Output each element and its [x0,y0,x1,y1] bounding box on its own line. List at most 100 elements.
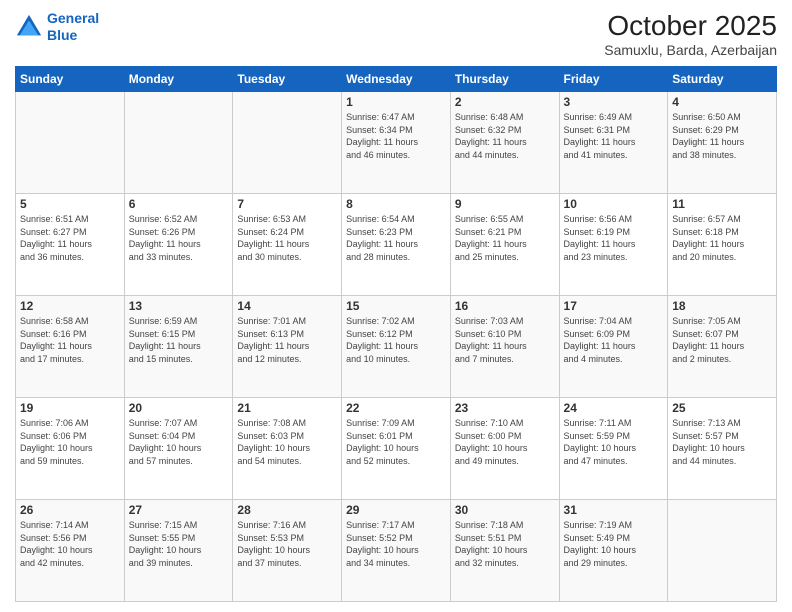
calendar-subtitle: Samuxlu, Barda, Azerbaijan [604,42,777,58]
day-info: Sunrise: 7:06 AM Sunset: 6:06 PM Dayligh… [20,417,120,467]
calendar-cell: 18Sunrise: 7:05 AM Sunset: 6:07 PM Dayli… [668,296,777,398]
calendar-cell: 17 Sunrise: 7:04 AM Sunset: 6:09 PM Dayli… [559,296,668,398]
day-info: Sunrise: 6:52 AM Sunset: 6:26 PM Dayligh… [129,213,229,263]
day-number: 21 [237,401,337,415]
day-info: Sunrise: 7:18 AM Sunset: 5:51 PM Dayligh… [455,519,555,569]
day-number: 27 [129,503,229,517]
calendar-cell: 2 Sunrise: 6:48 AM Sunset: 6:32 PM Daylig… [450,92,559,194]
calendar-cell: 15Sunrise: 7:02 AM Sunset: 6:12 PM Dayli… [342,296,451,398]
calendar-cell: 20Sunrise: 7:07 AM Sunset: 6:04 PM Dayli… [124,398,233,500]
calendar-cell [668,500,777,602]
day-number: 29 [346,503,446,517]
day-info: Sunrise: 6:55 AM Sunset: 6:21 PM Dayligh… [455,213,555,263]
col-sunday: Sunday [16,67,125,92]
logo-icon [15,13,43,41]
day-number: 11 [672,197,772,211]
day-info: Sunrise: 7:19 AM Sunset: 5:49 PM Dayligh… [564,519,664,569]
day-number: 22 [346,401,446,415]
day-number: 6 [129,197,229,211]
day-info: Sunrise: 7:13 AM Sunset: 5:57 PM Dayligh… [672,417,772,467]
calendar-cell: 24 Sunrise: 7:11 AM Sunset: 5:59 PM Dayli… [559,398,668,500]
day-info: Sunrise: 7:03 AM Sunset: 6:10 PM Dayligh… [455,315,555,365]
calendar-cell: 27 Sunrise: 7:15 AM Sunset: 5:55 PM Dayli… [124,500,233,602]
day-info: Sunrise: 6:50 AM Sunset: 6:29 PM Dayligh… [672,111,772,161]
calendar-cell: 6 Sunrise: 6:52 AM Sunset: 6:26 PM Daylig… [124,194,233,296]
calendar-cell [233,92,342,194]
day-info: Sunrise: 6:59 AM Sunset: 6:15 PM Dayligh… [129,315,229,365]
day-number: 4 [672,95,772,109]
calendar-cell: 19 Sunrise: 7:06 AM Sunset: 6:06 PM Dayli… [16,398,125,500]
calendar-week-2: 5Sunrise: 6:51 AM Sunset: 6:27 PM Daylig… [16,194,777,296]
calendar-table: Sunday Monday Tuesday Wednesday Thursday… [15,66,777,602]
day-number: 16 [455,299,555,313]
calendar-cell: 12Sunrise: 6:58 AM Sunset: 6:16 PM Dayli… [16,296,125,398]
calendar-cell: 21 Sunrise: 7:08 AM Sunset: 6:03 PM Dayli… [233,398,342,500]
calendar-cell: 4 Sunrise: 6:50 AM Sunset: 6:29 PM Daylig… [668,92,777,194]
day-info: Sunrise: 7:15 AM Sunset: 5:55 PM Dayligh… [129,519,229,569]
page: General Blue October 2025 Samuxlu, Barda… [0,0,792,612]
calendar-cell: 29 Sunrise: 7:17 AM Sunset: 5:52 PM Dayli… [342,500,451,602]
day-info: Sunrise: 7:10 AM Sunset: 6:00 PM Dayligh… [455,417,555,467]
logo-line2: Blue [47,27,77,43]
day-info: Sunrise: 7:04 AM Sunset: 6:09 PM Dayligh… [564,315,664,365]
day-number: 26 [20,503,120,517]
day-number: 19 [20,401,120,415]
day-number: 7 [237,197,337,211]
calendar-week-4: 19 Sunrise: 7:06 AM Sunset: 6:06 PM Dayli… [16,398,777,500]
day-info: Sunrise: 6:58 AM Sunset: 6:16 PM Dayligh… [20,315,120,365]
day-info: Sunrise: 7:01 AM Sunset: 6:13 PM Dayligh… [237,315,337,365]
day-number: 5 [20,197,120,211]
day-info: Sunrise: 7:07 AM Sunset: 6:04 PM Dayligh… [129,417,229,467]
col-tuesday: Tuesday [233,67,342,92]
day-number: 13 [129,299,229,313]
day-number: 14 [237,299,337,313]
calendar-cell: 16 Sunrise: 7:03 AM Sunset: 6:10 PM Dayli… [450,296,559,398]
day-info: Sunrise: 7:14 AM Sunset: 5:56 PM Dayligh… [20,519,120,569]
day-info: Sunrise: 6:47 AM Sunset: 6:34 PM Dayligh… [346,111,446,161]
calendar-cell: 1Sunrise: 6:47 AM Sunset: 6:34 PM Daylig… [342,92,451,194]
calendar-cell: 13 Sunrise: 6:59 AM Sunset: 6:15 PM Dayli… [124,296,233,398]
day-info: Sunrise: 6:56 AM Sunset: 6:19 PM Dayligh… [564,213,664,263]
calendar-cell: 31Sunrise: 7:19 AM Sunset: 5:49 PM Dayli… [559,500,668,602]
calendar-week-3: 12Sunrise: 6:58 AM Sunset: 6:16 PM Dayli… [16,296,777,398]
calendar-cell: 23 Sunrise: 7:10 AM Sunset: 6:00 PM Dayli… [450,398,559,500]
calendar-cell: 28Sunrise: 7:16 AM Sunset: 5:53 PM Dayli… [233,500,342,602]
calendar-week-5: 26 Sunrise: 7:14 AM Sunset: 5:56 PM Dayli… [16,500,777,602]
col-monday: Monday [124,67,233,92]
day-info: Sunrise: 7:08 AM Sunset: 6:03 PM Dayligh… [237,417,337,467]
calendar-header-row: Sunday Monday Tuesday Wednesday Thursday… [16,67,777,92]
day-number: 25 [672,401,772,415]
day-info: Sunrise: 6:49 AM Sunset: 6:31 PM Dayligh… [564,111,664,161]
day-number: 3 [564,95,664,109]
calendar-cell: 8 Sunrise: 6:54 AM Sunset: 6:23 PM Daylig… [342,194,451,296]
day-number: 30 [455,503,555,517]
day-number: 28 [237,503,337,517]
col-thursday: Thursday [450,67,559,92]
calendar-cell: 7Sunrise: 6:53 AM Sunset: 6:24 PM Daylig… [233,194,342,296]
day-info: Sunrise: 6:57 AM Sunset: 6:18 PM Dayligh… [672,213,772,263]
title-block: October 2025 Samuxlu, Barda, Azerbaijan [604,10,777,58]
logo-line1: General [47,10,99,26]
day-number: 2 [455,95,555,109]
day-number: 24 [564,401,664,415]
calendar-cell [16,92,125,194]
day-number: 17 [564,299,664,313]
calendar-cell [124,92,233,194]
col-saturday: Saturday [668,67,777,92]
day-info: Sunrise: 6:54 AM Sunset: 6:23 PM Dayligh… [346,213,446,263]
calendar-cell: 25 Sunrise: 7:13 AM Sunset: 5:57 PM Dayli… [668,398,777,500]
day-info: Sunrise: 7:11 AM Sunset: 5:59 PM Dayligh… [564,417,664,467]
day-number: 23 [455,401,555,415]
calendar-cell: 22 Sunrise: 7:09 AM Sunset: 6:01 PM Dayli… [342,398,451,500]
day-info: Sunrise: 7:09 AM Sunset: 6:01 PM Dayligh… [346,417,446,467]
day-number: 15 [346,299,446,313]
day-info: Sunrise: 6:48 AM Sunset: 6:32 PM Dayligh… [455,111,555,161]
day-info: Sunrise: 7:17 AM Sunset: 5:52 PM Dayligh… [346,519,446,569]
header: General Blue October 2025 Samuxlu, Barda… [15,10,777,58]
day-number: 8 [346,197,446,211]
calendar-cell: 10Sunrise: 6:56 AM Sunset: 6:19 PM Dayli… [559,194,668,296]
calendar-cell: 30 Sunrise: 7:18 AM Sunset: 5:51 PM Dayli… [450,500,559,602]
calendar-cell: 5Sunrise: 6:51 AM Sunset: 6:27 PM Daylig… [16,194,125,296]
calendar-week-1: 1Sunrise: 6:47 AM Sunset: 6:34 PM Daylig… [16,92,777,194]
calendar-cell: 26 Sunrise: 7:14 AM Sunset: 5:56 PM Dayli… [16,500,125,602]
